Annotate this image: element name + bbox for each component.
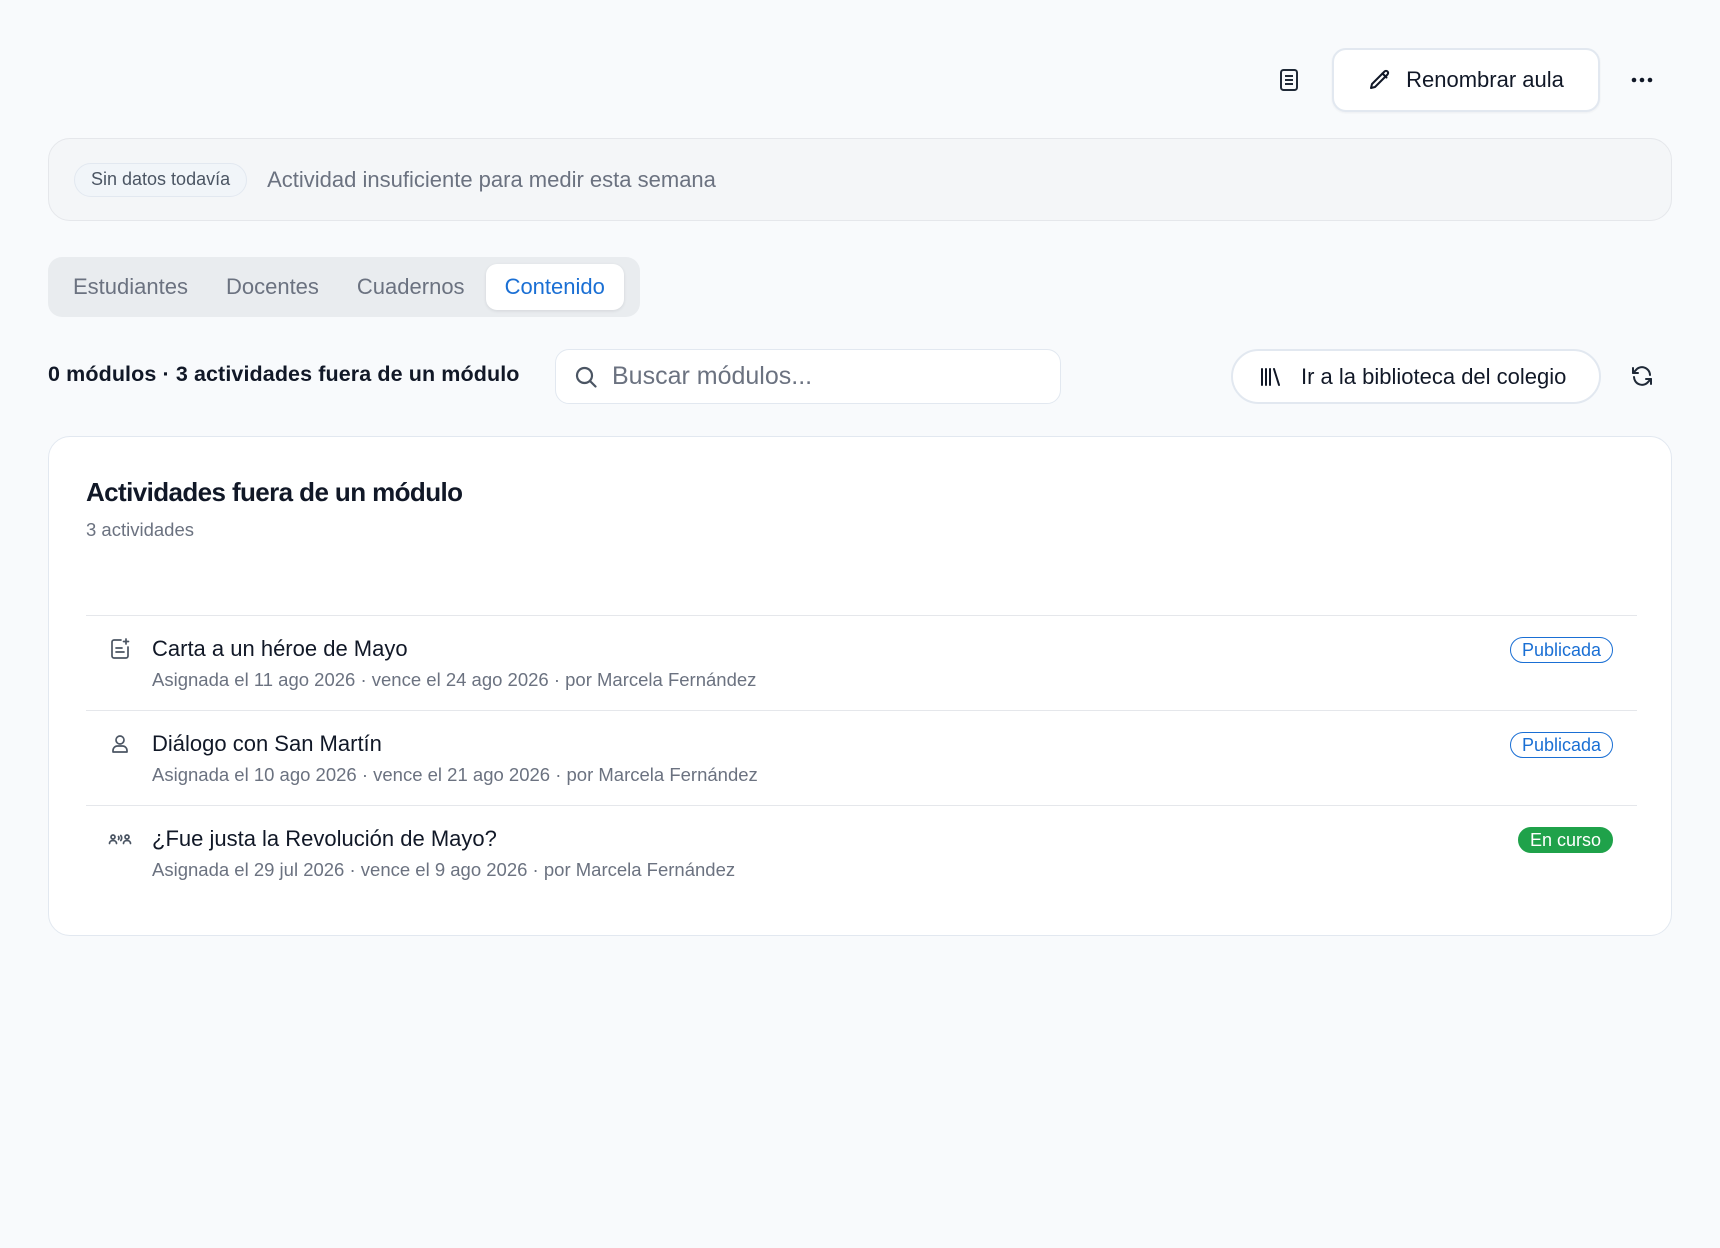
status-badge: Publicada (1509, 732, 1613, 758)
activity-row[interactable]: Diálogo con San Martín Asignada el 10 ag… (86, 710, 1637, 805)
refresh-icon (1632, 366, 1652, 386)
activity-meta: Asignada el 29 jul 2026 · vence el 9 ago… (152, 859, 736, 880)
tab-cuadernos[interactable]: Cuadernos (338, 264, 484, 310)
card-title: Actividades fuera de un módulo (86, 477, 463, 507)
classroom-tabs: Estudiantes Docentes Cuadernos Contenido (48, 257, 640, 317)
document-icon (1280, 69, 1298, 91)
library-icon (1261, 367, 1280, 386)
assignment-icon (111, 638, 130, 659)
school-library-button[interactable]: Ir a la biblioteca del colegio (1231, 349, 1601, 404)
status-badge: En curso (1517, 827, 1613, 853)
status-badge: Publicada (1509, 637, 1613, 663)
pencil-icon (1370, 69, 1390, 89)
activity-list: Carta a un héroe de Mayo Asignada el 11 … (86, 615, 1637, 900)
weekly-activity-banner: Sin datos todavía Actividad insuficiente… (48, 138, 1672, 221)
activity-title: Diálogo con San Martín (152, 731, 382, 756)
search-icon (575, 366, 597, 388)
document-button[interactable] (1267, 58, 1311, 102)
activity-count: 3 actividades (86, 519, 194, 540)
tab-docentes[interactable]: Docentes (207, 264, 338, 310)
tab-estudiantes[interactable]: Estudiantes (54, 264, 207, 310)
banner-message: Actividad insuficiente para medir esta s… (267, 166, 716, 192)
rename-classroom-button[interactable]: Renombrar aula (1332, 48, 1600, 112)
activities-card: Actividades fuera de un módulo 3 activid… (48, 436, 1672, 936)
page: Renombrar aula Sin datos todavía Activid… (0, 0, 1720, 1248)
search-input[interactable] (612, 362, 1032, 391)
activity-title: Carta a un héroe de Mayo (152, 636, 408, 661)
tab-contenido[interactable]: Contenido (485, 264, 624, 310)
activity-row[interactable]: ¿Fue justa la Revolución de Mayo? Asigna… (86, 805, 1637, 900)
activity-title: ¿Fue justa la Revolución de Mayo? (152, 826, 497, 851)
debate-group-icon (108, 834, 132, 845)
activity-meta: Asignada el 11 ago 2026 · vence el 24 ag… (152, 669, 757, 690)
activity-meta: Asignada el 10 ago 2026 · vence el 21 ag… (152, 764, 758, 785)
activity-row[interactable]: Carta a un héroe de Mayo Asignada el 11 … (86, 615, 1637, 710)
more-options-button[interactable] (1620, 58, 1664, 102)
more-horizontal-icon (1631, 77, 1653, 83)
content-summary: 0 módulos · 3 actividades fuera de un mó… (48, 362, 520, 386)
top-toolbar: Renombrar aula (0, 48, 1720, 112)
refresh-button[interactable] (1620, 354, 1664, 398)
no-data-badge: Sin datos todavía (74, 162, 248, 197)
module-search[interactable] (555, 349, 1061, 404)
person-icon (112, 735, 128, 753)
rename-classroom-label: Renombrar aula (1406, 67, 1564, 92)
school-library-label: Ir a la biblioteca del colegio (1301, 363, 1567, 389)
